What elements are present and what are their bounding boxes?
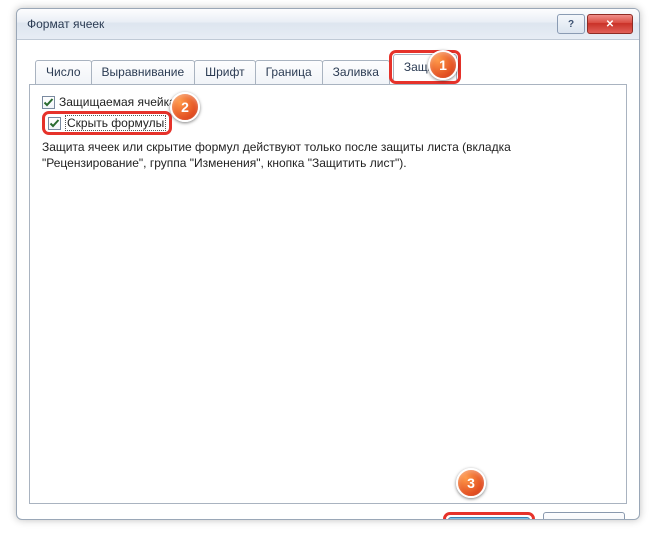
tab-border[interactable]: Граница bbox=[255, 60, 323, 84]
tab-panel-protection: Защищаемая ячейка Скрыть формулы Защита … bbox=[29, 84, 627, 504]
button-row: ОК Отмена bbox=[29, 512, 627, 520]
callout-3: 3 bbox=[456, 468, 486, 498]
client-area: Число Выравнивание Шрифт Граница Заливка… bbox=[17, 40, 639, 520]
callout-2: 2 bbox=[170, 92, 200, 122]
highlight-hidden-checkbox: Скрыть формулы bbox=[42, 111, 172, 135]
close-button[interactable]: ✕ bbox=[587, 14, 633, 34]
check-icon bbox=[43, 97, 54, 108]
callout-1: 1 bbox=[428, 50, 458, 80]
tab-font[interactable]: Шрифт bbox=[194, 60, 255, 84]
check-icon bbox=[49, 118, 60, 129]
tab-number[interactable]: Число bbox=[35, 60, 92, 84]
hidden-row: Скрыть формулы bbox=[42, 111, 614, 135]
help-button[interactable]: ? bbox=[557, 14, 585, 34]
tab-strip: Число Выравнивание Шрифт Граница Заливка… bbox=[35, 50, 627, 84]
locked-checkbox[interactable] bbox=[42, 96, 55, 109]
cancel-button[interactable]: Отмена bbox=[543, 512, 625, 520]
dialog-window: Формат ячеек ? ✕ Число Выравнивание Шриф… bbox=[16, 8, 640, 520]
titlebar: Формат ячеек ? ✕ bbox=[17, 9, 639, 40]
window-title: Формат ячеек bbox=[27, 17, 555, 31]
tab-fill[interactable]: Заливка bbox=[322, 60, 390, 84]
locked-label: Защищаемая ячейка bbox=[59, 95, 176, 109]
locked-row: Защищаемая ячейка bbox=[42, 95, 614, 109]
hidden-checkbox[interactable] bbox=[48, 117, 61, 130]
ok-button[interactable]: ОК bbox=[448, 517, 530, 520]
highlight-ok-button: ОК bbox=[443, 512, 535, 520]
hidden-label: Скрыть формулы bbox=[65, 115, 166, 131]
protection-description: Защита ячеек или скрытие формул действую… bbox=[42, 139, 602, 171]
tab-alignment[interactable]: Выравнивание bbox=[91, 60, 196, 84]
